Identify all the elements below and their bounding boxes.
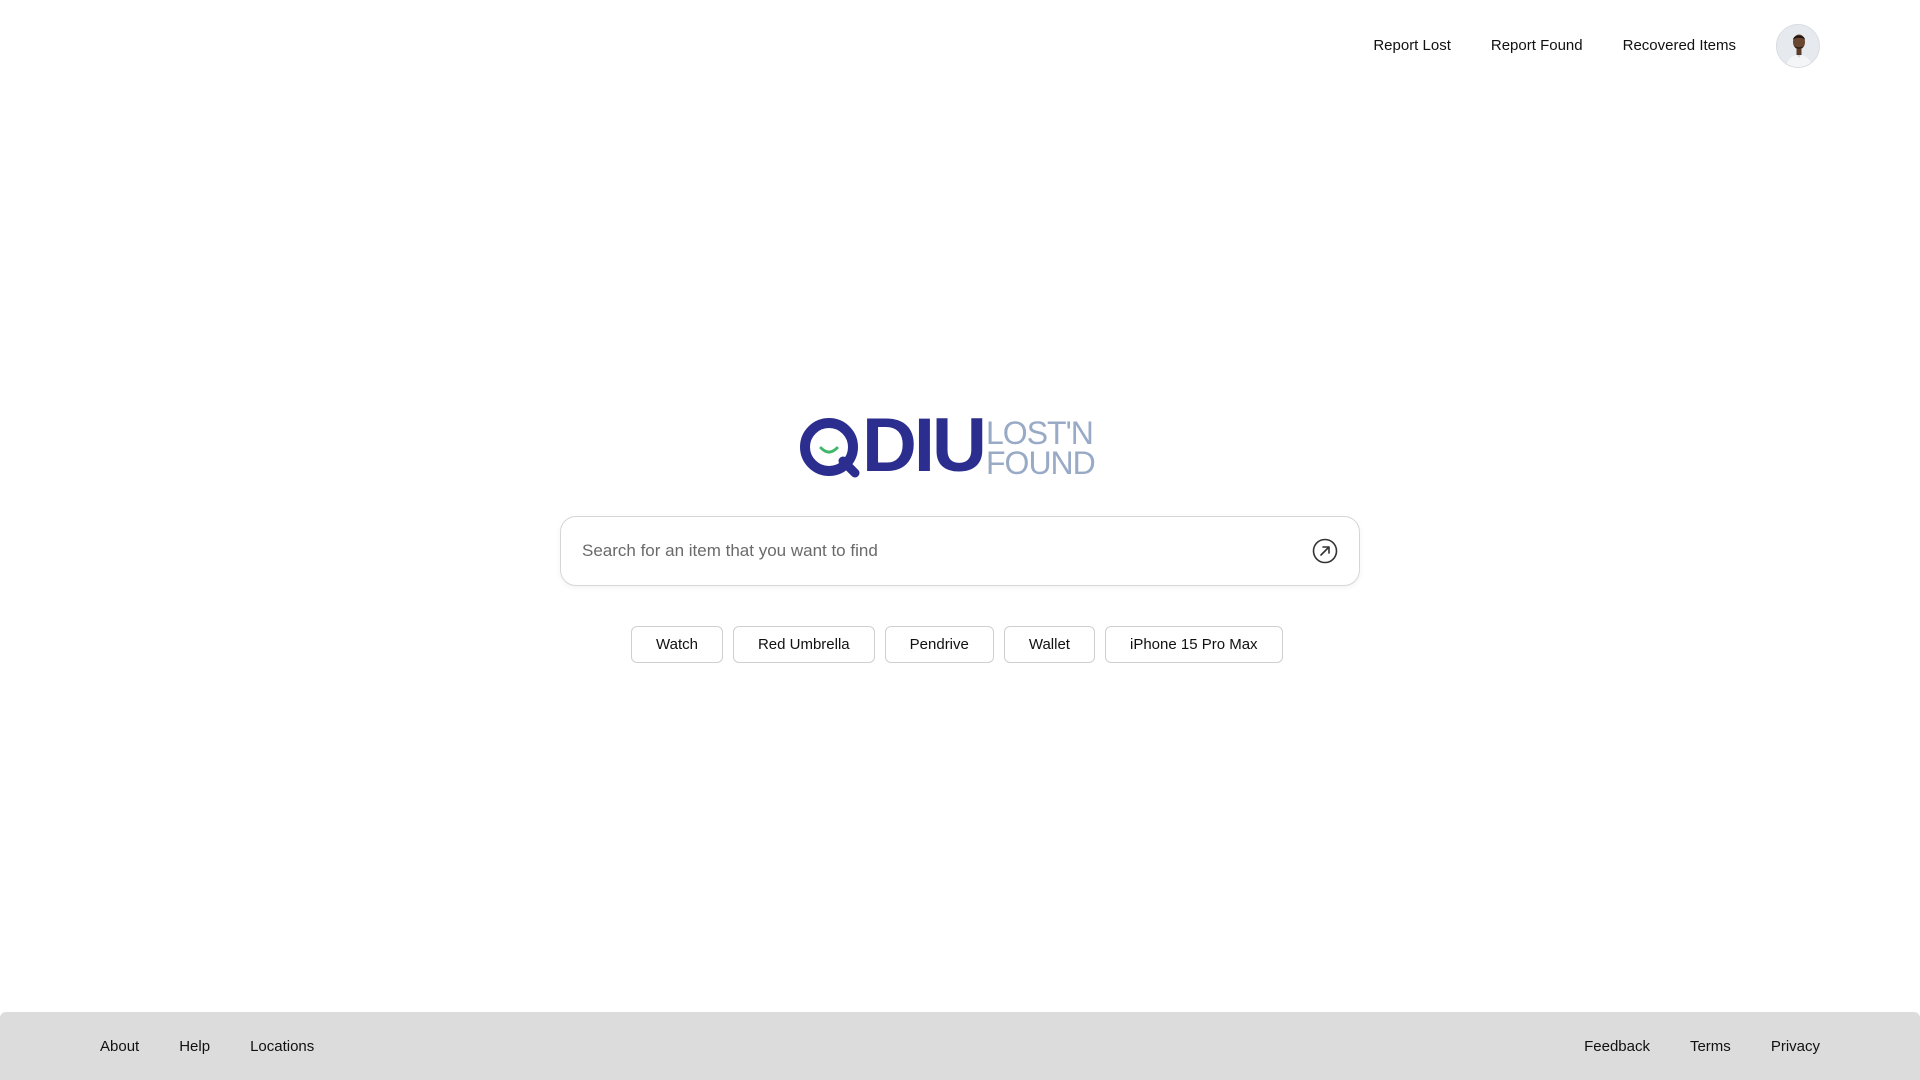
search-box — [560, 516, 1360, 586]
chip-pendrive[interactable]: Pendrive — [884, 626, 994, 663]
footer-left-links: About Help Locations — [100, 1012, 354, 1080]
logo-subtitle-line1: LOST'N — [986, 415, 1094, 451]
user-avatar[interactable] — [1776, 24, 1820, 68]
footer-link-help[interactable]: Help — [179, 1038, 210, 1055]
footer-link-locations[interactable]: Locations — [250, 1038, 314, 1055]
nav-recovered-items[interactable]: Recovered Items — [1623, 24, 1736, 68]
footer-link-about[interactable]: About — [100, 1038, 139, 1055]
footer-link-privacy[interactable]: Privacy — [1771, 1038, 1820, 1055]
logo-subtitle-line2: FOUND — [986, 445, 1096, 481]
app-logo: DIU LOST'N FOUND — [800, 406, 1104, 486]
search-smile-icon — [800, 418, 860, 478]
chip-iphone-15-pro-max[interactable]: iPhone 15 Pro Max — [1104, 626, 1283, 663]
search-input[interactable] — [561, 517, 1311, 585]
top-nav: Report Lost Report Found Recovered Items — [1373, 24, 1820, 68]
page: Report Lost Report Found Recovered Items… — [0, 0, 1920, 1080]
footer: About Help Locations Feedback Terms Priv… — [0, 1012, 1920, 1080]
suggestion-chips: Watch Red Umbrella Pendrive Wallet iPhon… — [631, 626, 1293, 663]
arrow-up-right-circle-icon — [1312, 538, 1338, 564]
search-submit-button[interactable] — [1311, 537, 1339, 565]
nav-report-lost[interactable]: Report Lost — [1373, 24, 1451, 68]
footer-link-feedback[interactable]: Feedback — [1584, 1038, 1650, 1055]
avatar-image — [1777, 25, 1819, 67]
logo-wordmark: DIU — [862, 403, 987, 488]
footer-link-terms[interactable]: Terms — [1690, 1038, 1731, 1055]
chip-wallet[interactable]: Wallet — [1003, 626, 1095, 663]
chip-red-umbrella[interactable]: Red Umbrella — [732, 626, 875, 663]
chip-watch[interactable]: Watch — [631, 626, 723, 663]
nav-report-found[interactable]: Report Found — [1491, 24, 1583, 68]
footer-right-links: Feedback Terms Privacy — [1544, 1012, 1820, 1080]
logo-subtitle: LOST'N FOUND — [986, 415, 1096, 481]
